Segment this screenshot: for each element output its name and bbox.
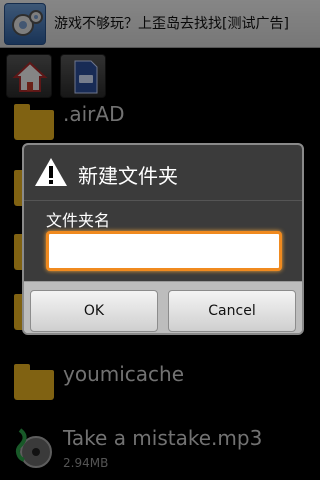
dialog-title: 新建文件夹 (78, 164, 178, 188)
warning-icon (34, 156, 68, 188)
dialog-body: 文件夹名 (24, 201, 302, 281)
folder-name-label: 文件夹名 (46, 211, 111, 230)
folder-name-input[interactable] (46, 231, 282, 271)
new-folder-dialog: 新建文件夹 文件夹名 OK Cancel (22, 143, 304, 335)
dialog-header: 新建文件夹 (24, 145, 302, 201)
ok-button[interactable]: OK (30, 290, 158, 332)
dialog-footer: OK Cancel (24, 281, 302, 333)
cancel-button[interactable]: Cancel (168, 290, 296, 332)
